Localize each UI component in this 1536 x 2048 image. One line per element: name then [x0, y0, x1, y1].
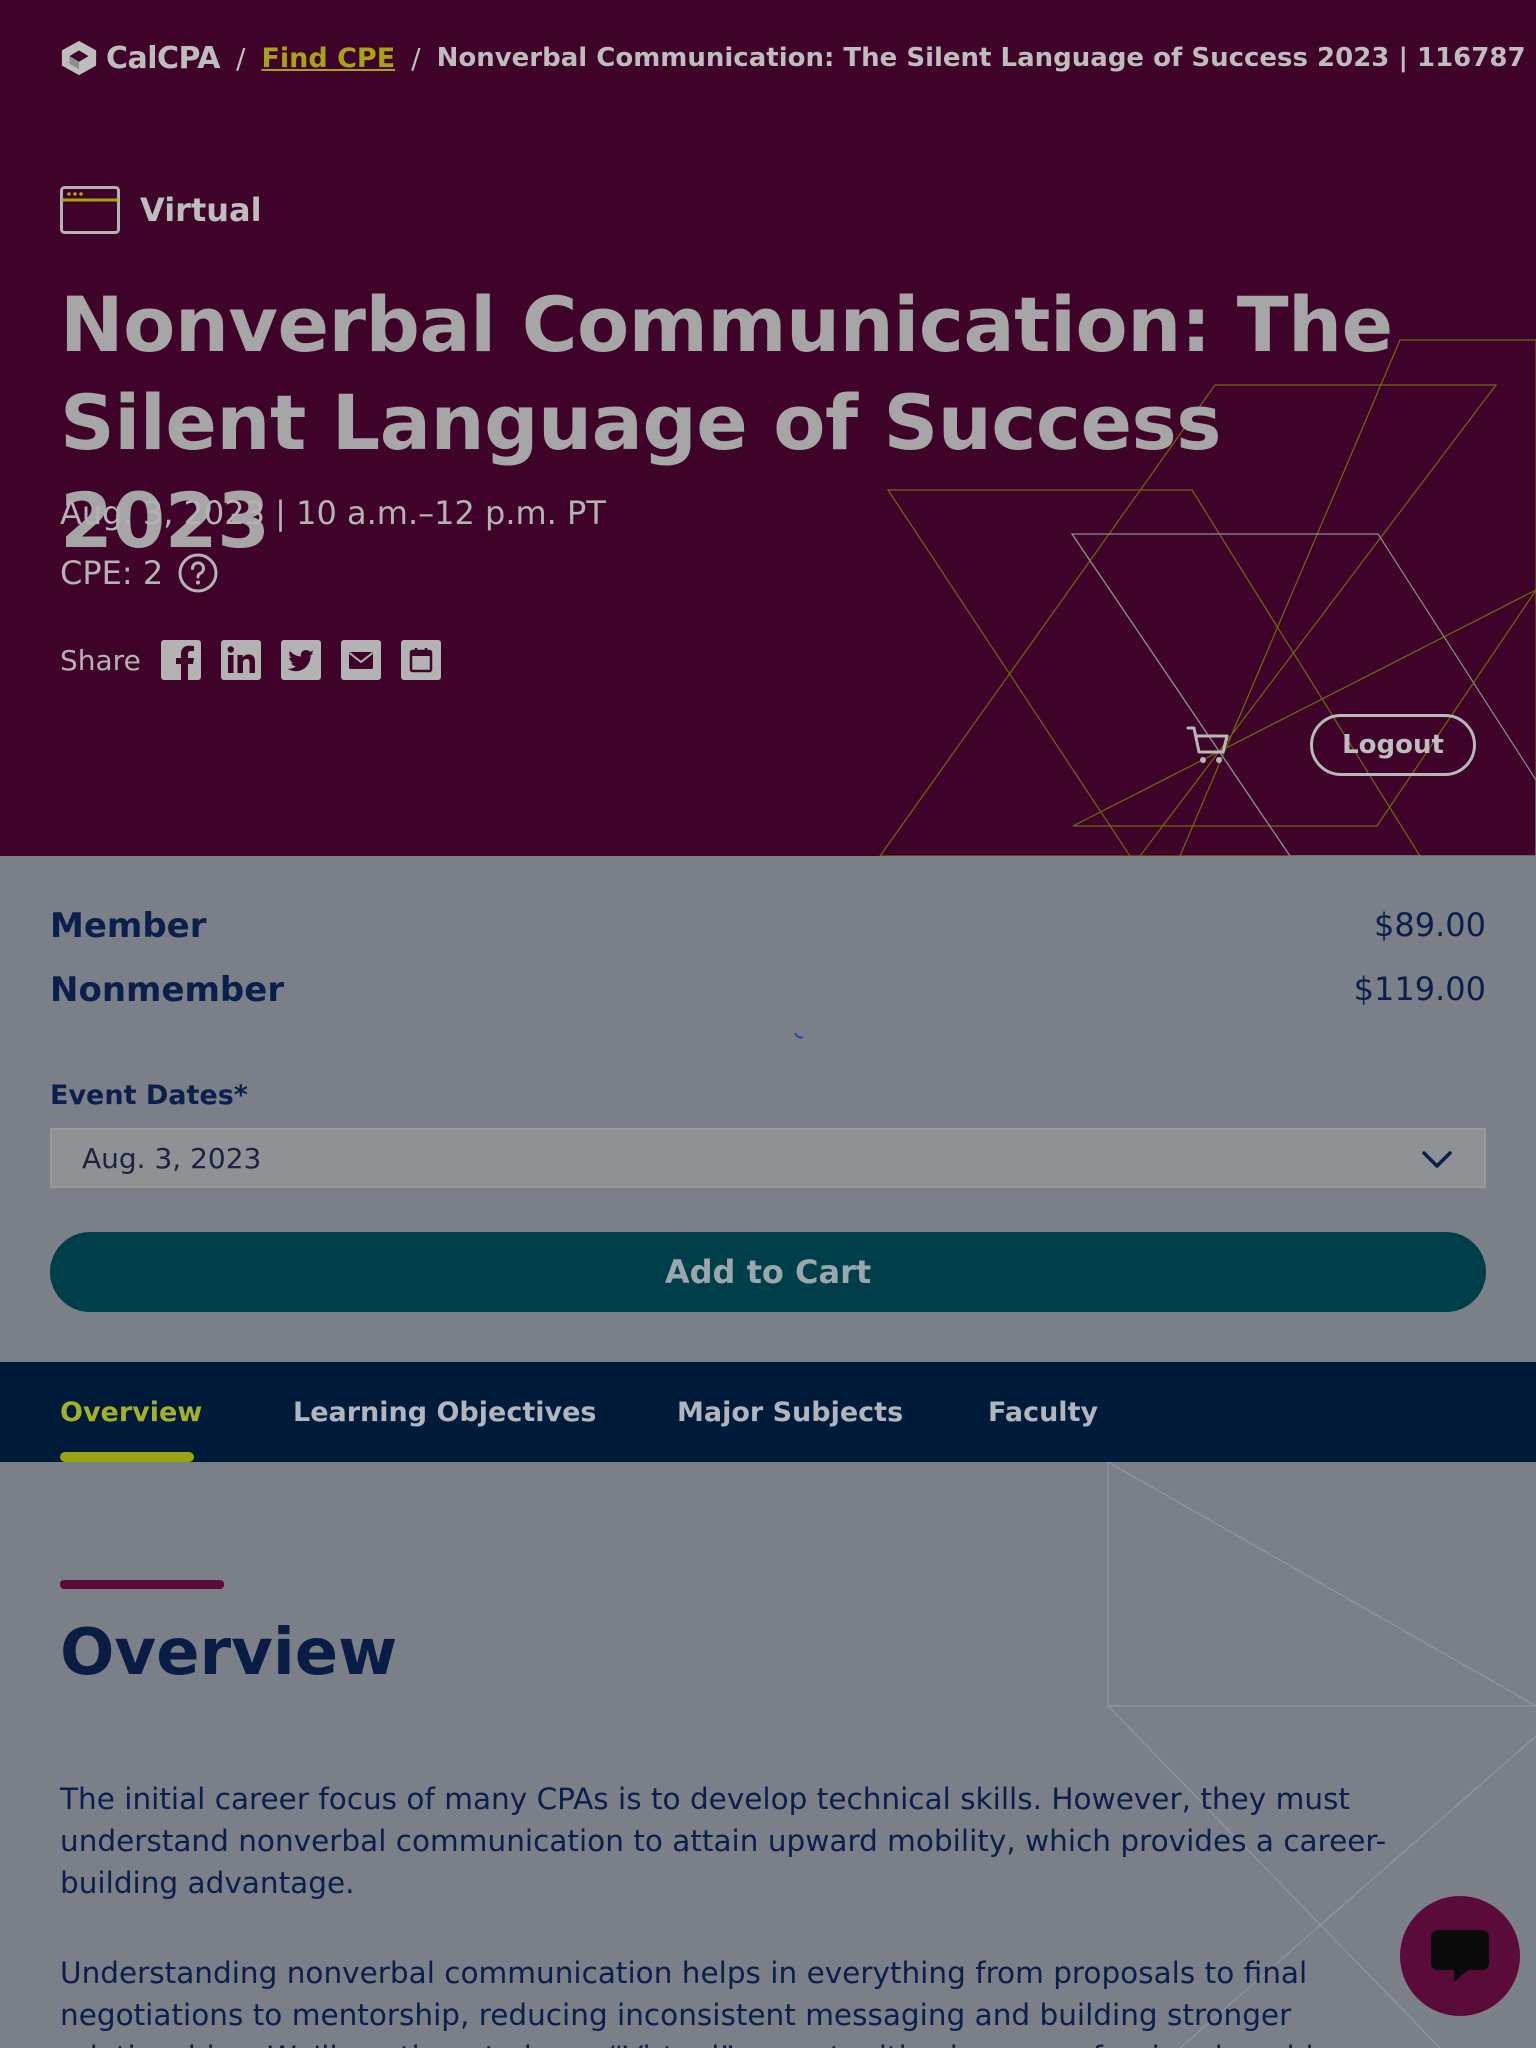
section-tabs: Overview Learning Objectives Major Subje…: [0, 1362, 1536, 1462]
calcpa-logo[interactable]: CalCPA: [60, 39, 221, 77]
browser-window-icon: [60, 186, 120, 234]
format-label: Virtual: [140, 191, 262, 229]
event-hero: CalCPA / Find CPE / Nonverbal Communicat…: [0, 0, 1536, 856]
tab-faculty[interactable]: Faculty: [988, 1362, 1098, 1462]
linkedin-icon[interactable]: [220, 640, 261, 680]
tab-overview[interactable]: Overview: [60, 1362, 202, 1462]
event-dates-select[interactable]: Aug. 3, 2023: [50, 1128, 1486, 1188]
logo-text: CalCPA: [106, 40, 221, 76]
event-dates-label: Event Dates*: [50, 1080, 248, 1111]
section-accent-bar: [60, 1580, 224, 1589]
cart-icon[interactable]: [1186, 722, 1232, 768]
tab-learning-objectives[interactable]: Learning Objectives: [293, 1362, 596, 1462]
event-date-time: Aug. 3, 2023 | 10 a.m.–12 p.m. PT: [60, 494, 606, 532]
breadcrumb-separator: /: [236, 41, 246, 75]
price-row-nonmember: Nonmember $119.00: [50, 970, 1486, 1010]
cpe-credits: CPE: 2: [60, 552, 219, 594]
chat-bubble-icon: [1431, 1930, 1489, 1982]
share-label: Share: [60, 643, 141, 677]
facebook-icon[interactable]: [160, 640, 201, 680]
breadcrumb-current: Nonverbal Communication: The Silent Lang…: [436, 43, 1526, 73]
event-title-line-1: Nonverbal Communication: The: [60, 280, 1393, 369]
cpe-label: CPE: 2: [60, 554, 164, 592]
overview-heading: Overview: [60, 1616, 398, 1690]
overview-paragraph: Understanding nonverbal communication he…: [60, 1956, 1323, 2048]
price-value: $119.00: [1353, 970, 1486, 1008]
email-icon[interactable]: [340, 640, 381, 680]
chat-button[interactable]: [1400, 1896, 1520, 2016]
event-title-line-2: Silent Language of Success 2023: [60, 378, 1222, 565]
loading-spinner-icon: [794, 1032, 804, 1039]
overview-paragraph: The initial career focus of many CPAs is…: [60, 1782, 1387, 1900]
calendar-icon[interactable]: [400, 640, 441, 680]
price-tier-name: Nonmember: [50, 970, 285, 1010]
price-value: $89.00: [1374, 906, 1486, 944]
breadcrumb-find-cpe-link[interactable]: Find CPE: [261, 43, 395, 74]
event-format: Virtual: [60, 186, 262, 234]
breadcrumb-separator: /: [411, 41, 421, 75]
active-tab-indicator: [60, 1452, 194, 1462]
selected-date-value: Aug. 3, 2023: [82, 1141, 262, 1175]
twitter-icon[interactable]: [280, 640, 321, 680]
price-tier-name: Member: [50, 906, 207, 946]
help-icon[interactable]: [177, 552, 219, 594]
calcpa-logo-icon: [61, 40, 97, 76]
logout-button[interactable]: Logout: [1310, 714, 1476, 776]
tab-major-subjects[interactable]: Major Subjects: [677, 1362, 903, 1462]
share-bar: Share: [60, 640, 441, 680]
breadcrumb: CalCPA / Find CPE / Nonverbal Communicat…: [60, 38, 1526, 78]
chevron-down-icon: [1422, 1151, 1452, 1168]
add-to-cart-button[interactable]: Add to Cart: [50, 1232, 1486, 1312]
price-row-member: Member $89.00: [50, 906, 1486, 946]
